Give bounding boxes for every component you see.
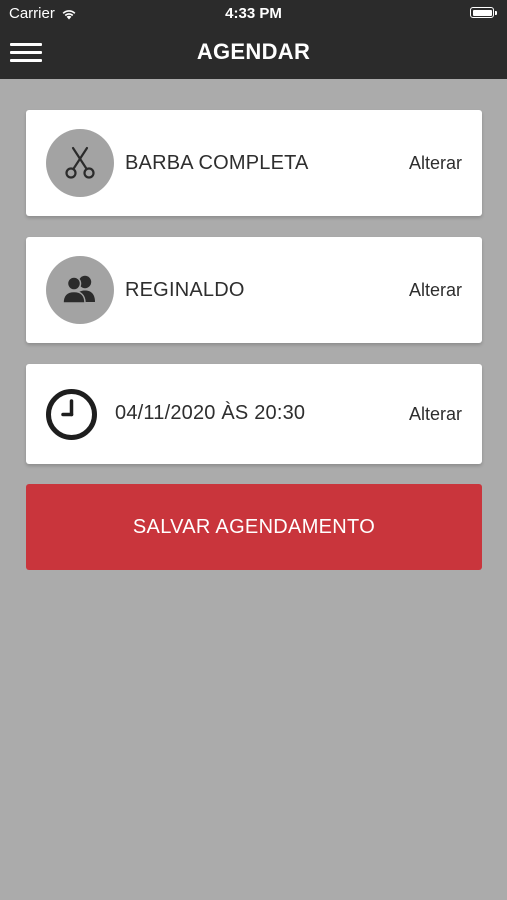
scissors-icon (46, 129, 114, 197)
datetime-card: 04/11/2020 ÀS 20:30 Alterar (26, 364, 482, 464)
save-appointment-button[interactable]: SALVAR AGENDAMENTO (26, 484, 482, 570)
change-datetime-button[interactable]: Alterar (409, 404, 462, 425)
page-title: AGENDAR (196, 39, 311, 64)
appointment-datetime: 04/11/2020 ÀS 20:30 (115, 402, 306, 424)
header-bar: AGENDAR (0, 27, 507, 79)
status-bar: Carrier 4:33 PM (0, 0, 507, 27)
service-card: BARBA COMPLETA Alterar (26, 110, 482, 216)
battery-icon (470, 7, 497, 18)
status-time: 4:33 PM (225, 5, 282, 22)
users-icon (46, 256, 114, 324)
service-name: BARBA COMPLETA (125, 152, 309, 174)
change-barber-button[interactable]: Alterar (409, 280, 462, 301)
change-service-button[interactable]: Alterar (409, 153, 462, 174)
clock-icon (45, 388, 98, 441)
barber-card: REGINALDO Alterar (26, 237, 482, 343)
barber-name: REGINALDO (125, 279, 245, 301)
